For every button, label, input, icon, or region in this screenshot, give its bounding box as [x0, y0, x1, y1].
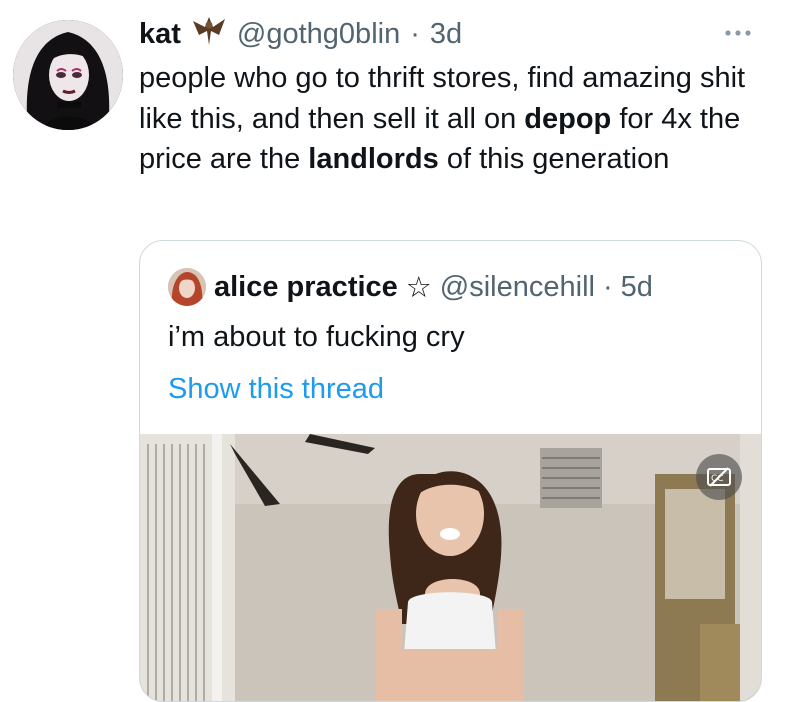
author-handle[interactable]: @gothg0blin: [237, 18, 400, 51]
show-thread-link[interactable]: Show this thread: [168, 373, 384, 406]
quoted-separator-dot: ·: [602, 270, 613, 303]
star-symbol: ☆: [405, 271, 432, 304]
author-avatar[interactable]: [13, 20, 123, 130]
captions-off-icon[interactable]: CC: [696, 454, 742, 500]
video-frame-image: [140, 434, 761, 701]
quoted-timestamp[interactable]: 5d: [621, 271, 653, 304]
tweet-text-part-3: of this generation: [438, 143, 670, 175]
author-avatar-image: [13, 20, 123, 130]
quoted-author-name[interactable]: alice practice: [214, 271, 398, 304]
separator-dot: ·: [410, 17, 420, 50]
tweet-text-bold-depop: depop: [524, 102, 612, 135]
quoted-author-handle[interactable]: @silencehill: [440, 271, 595, 304]
tweet-timestamp[interactable]: 3d: [430, 18, 462, 51]
tweet-text-bold-landlords: landlords: [308, 143, 439, 175]
video-thumbnail[interactable]: CC: [140, 434, 761, 701]
bat-emoji-icon: [191, 13, 227, 55]
author-name[interactable]: kat: [139, 18, 181, 51]
quoted-tweet-text: i’m about to fucking cry: [168, 321, 465, 353]
quoted-tweet[interactable]: alice practice ☆ @silencehill · 5d i’m a…: [139, 240, 762, 702]
tweet-header: kat @gothg0blin · 3d: [139, 14, 462, 54]
tweet-text: people who go to thrift stores, find ama…: [139, 58, 769, 180]
more-icon[interactable]: [718, 18, 758, 48]
quoted-tweet-header: alice practice ☆ @silencehill · 5d: [168, 266, 653, 308]
quoted-author-avatar[interactable]: [168, 268, 206, 306]
